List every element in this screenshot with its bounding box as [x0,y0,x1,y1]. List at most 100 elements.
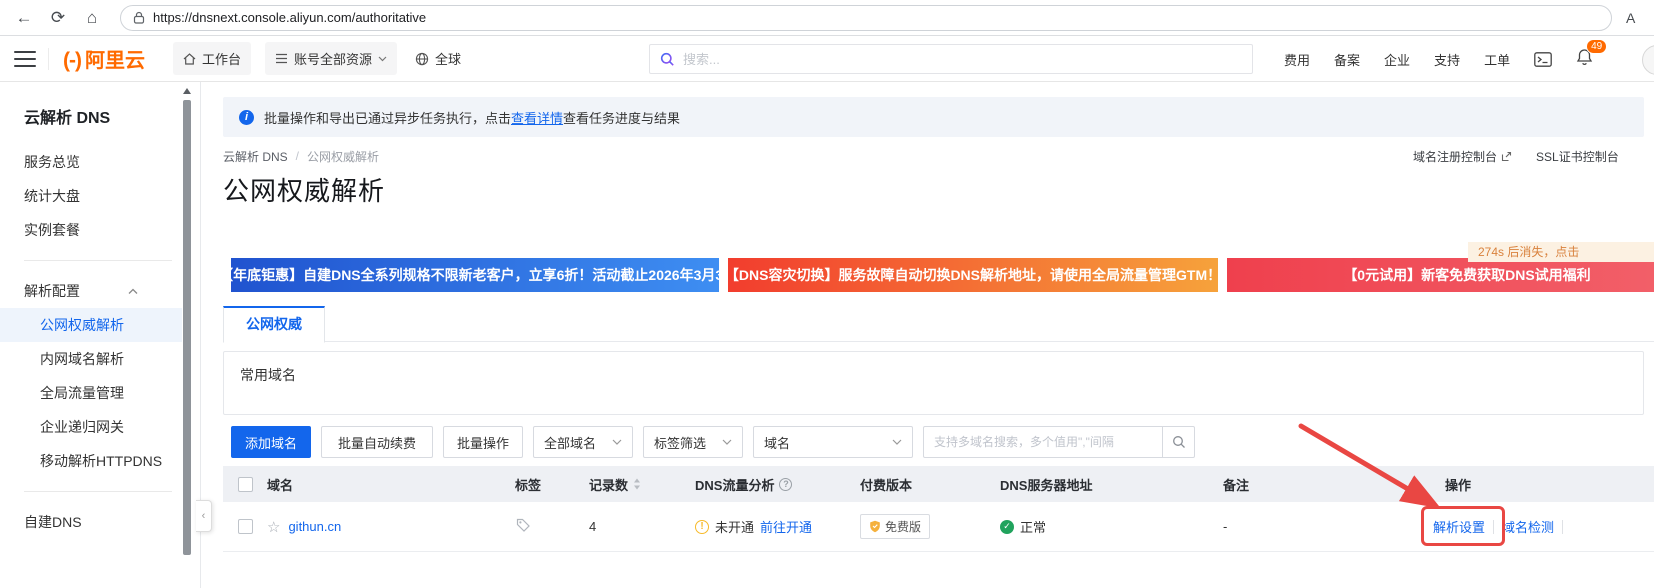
console-search[interactable] [649,44,1253,74]
promo-banner-gtm[interactable]: 【DNS容灾切换】服务故障自动切换DNS解析地址，请使用全局流量管理GTM！ [728,258,1218,292]
cloudshell-icon[interactable] [1534,52,1552,67]
col-record-count: 记录数 [589,475,628,494]
sidebar-item-private-dns[interactable]: 内网域名解析 [0,342,182,376]
batch-auto-renew-button[interactable]: 批量自动续费 [321,426,433,458]
col-tags: 标签 [515,475,589,494]
sidebar-item-public-authoritative[interactable]: 公网权威解析 [0,308,182,342]
async-task-notice: i 批量操作和导出已通过异步任务执行，点击查看详情查看任务进度与结果 [223,97,1644,137]
address-bar[interactable] [120,5,1612,31]
ssl-console-link[interactable]: SSL证书控制台 [1536,148,1619,165]
table-row: ☆ githun.cn 4 ! 未开通 前往开通 [223,502,1654,552]
sidebar-item-statistics[interactable]: 统计大盘 [0,179,182,213]
tab-public-authoritative[interactable]: 公网权威 [223,306,325,343]
main-content: i 批量操作和导出已通过异步任务执行，点击查看详情查看任务进度与结果 云解析 D… [201,82,1654,588]
favorite-star-icon[interactable]: ☆ [267,518,280,536]
aliyun-logo[interactable]: (-) 阿里云 [63,44,145,73]
menu-item-enterprise[interactable]: 企业 [1384,50,1410,69]
sidebar-item-instances[interactable]: 实例套餐 [0,213,182,247]
browser-back-icon[interactable]: ← [10,4,38,32]
sidebar-divider [24,260,172,261]
console-search-input[interactable] [683,52,1242,67]
menu-item-icp[interactable]: 备案 [1334,50,1360,69]
external-link-icon [1501,151,1512,162]
home-icon [183,53,196,65]
common-domains-label: 常用域名 [240,367,296,383]
col-traffic-analysis: DNS流量分析 [695,475,774,494]
domain-console-label: 域名注册控制台 [1413,148,1497,165]
browser-home-icon[interactable]: ⌂ [78,4,106,32]
warning-icon: ! [695,520,709,534]
sidebar-item-self-built-dns[interactable]: 自建DNS [0,505,182,539]
select-all-checkbox[interactable] [238,477,253,492]
scrollbar-up-arrow[interactable] [183,88,191,94]
menu-item-support[interactable]: 支持 [1434,50,1460,69]
banner-countdown[interactable]: 274s 后消失，点击 [1468,242,1654,262]
aliyun-logo-text: 阿里云 [85,44,145,73]
chevron-down-icon [612,439,622,445]
sort-icon[interactable] [633,478,641,490]
domain-search-button[interactable] [1163,426,1195,458]
sidebar-group-dns-config[interactable]: 解析配置 [0,274,182,308]
search-icon [1172,435,1186,449]
scrollbar-thumb[interactable] [183,100,191,555]
common-domains-panel[interactable]: 常用域名 [223,351,1644,415]
domain-console-link[interactable]: 域名注册控制台 [1413,148,1512,165]
batch-operations-button[interactable]: 批量操作 [443,426,523,458]
breadcrumb-root[interactable]: 云解析 DNS [223,148,288,165]
dns-settings-link[interactable]: 解析设置 [1433,517,1485,536]
ssl-console-label: SSL证书控制台 [1536,148,1619,165]
tag-icon[interactable] [515,517,531,533]
search-field-select[interactable]: 域名 [753,426,913,458]
region-label: 全球 [435,49,461,68]
sidebar-item-gtm[interactable]: 全局流量管理 [0,376,182,410]
notice-view-details-link[interactable]: 查看详情 [511,111,563,126]
domain-check-link[interactable]: 域名检测 [1502,517,1554,536]
sidebar-title: 云解析 DNS [24,104,200,124]
menu-hamburger-icon[interactable] [14,51,36,67]
all-domains-select[interactable]: 全部域名 [533,426,633,458]
avatar[interactable] [1642,45,1654,75]
traffic-status: 未开通 [715,517,754,536]
promo-banner-free-trial[interactable]: 【0元试用】新客免费获取DNS试用福利 [1227,258,1654,292]
promo-banner-year-end[interactable]: 【年底钜惠】自建DNS全系列规格不限新老客户，立享6折！活动截止2026年3月3… [231,258,719,292]
console-header: (-) 阿里云 工作台 账号全部资源 全球 [0,36,1654,82]
menu-item-tickets[interactable]: 工单 [1484,50,1510,69]
region-selector[interactable]: 全球 [411,42,465,75]
chevron-up-icon [128,288,138,295]
workbench-button[interactable]: 工作台 [173,42,251,75]
domain-table: 域名 标签 记录数 DNS流量分析 ? 付费版本 DNS服务器地址 备注 操作 [223,466,1654,552]
remark-value: - [1223,519,1423,534]
info-icon: i [239,110,254,125]
domain-link[interactable]: githun.cn [288,519,341,534]
sidebar-item-service-overview[interactable]: 服务总览 [0,145,182,179]
sidebar-item-recursive-gateway[interactable]: 企业递归网关 [0,410,182,444]
read-aloud-icon[interactable]: A [1626,10,1644,26]
activate-traffic-link[interactable]: 前往开通 [760,517,812,536]
shield-icon [869,520,881,533]
sidebar-collapse-toggle[interactable]: ‹ [196,500,212,532]
dns-server-status: 正常 [1020,517,1046,536]
sidebar-item-httpdns[interactable]: 移动解析HTTPDNS [0,444,182,478]
col-dns-server: DNS服务器地址 [1000,475,1223,494]
sidebar-scrollbar[interactable] [183,82,191,588]
col-plan: 付费版本 [860,475,1000,494]
url-input[interactable] [153,10,1599,25]
menu-item-billing[interactable]: 费用 [1284,50,1310,69]
row-checkbox[interactable] [238,519,253,534]
tag-filter-select[interactable]: 标签筛选 [643,426,743,458]
notifications-bell[interactable]: 49 [1576,48,1593,71]
account-resources-label: 账号全部资源 [294,49,372,68]
domain-search-input[interactable] [923,426,1163,458]
account-resources-dropdown[interactable]: 账号全部资源 [265,42,397,75]
domain-search [923,426,1195,458]
action-separator [1493,520,1494,534]
breadcrumb-current: 公网权威解析 [307,148,379,165]
add-domain-button[interactable]: 添加域名 [231,426,311,458]
question-icon[interactable]: ? [779,478,792,491]
col-operations: 操作 [1423,475,1654,494]
plan-badge: 免费版 [860,514,930,539]
workbench-label: 工作台 [202,49,241,68]
search-icon [660,52,675,67]
resources-icon [275,53,288,64]
browser-refresh-icon[interactable]: ⟳ [44,4,72,32]
